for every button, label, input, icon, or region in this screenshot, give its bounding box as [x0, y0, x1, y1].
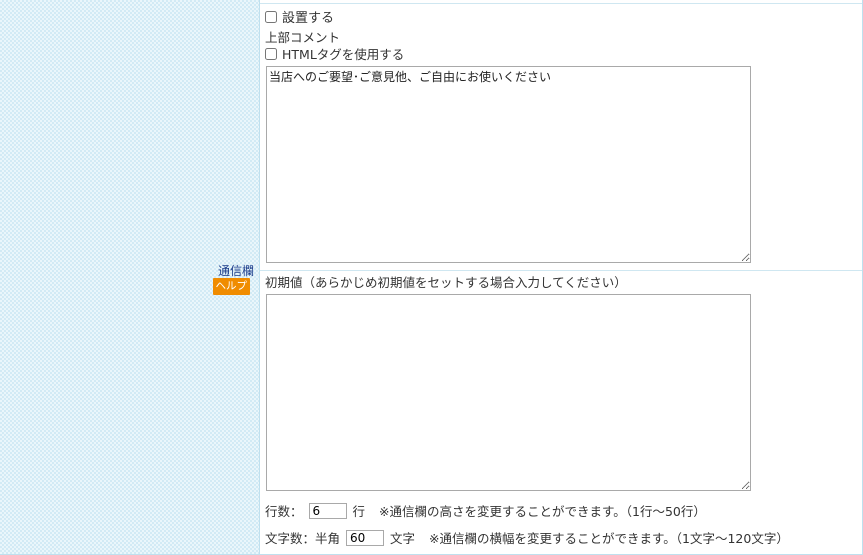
chars-input[interactable] — [346, 529, 385, 546]
chars-setting-row: 文字数：半角 文字 ※通信欄の横幅を変更することができます。（1文字～120文字… — [265, 528, 789, 547]
field-content-cell: 設置する 上部コメント HTMLタグを使用する 当店へのご要望･ご意見他、ご自由… — [260, 0, 863, 555]
setup-row: 設置する — [265, 7, 334, 26]
top-comment-textarea[interactable]: 当店へのご要望･ご意見他、ご自由にお使いください — [266, 66, 751, 263]
initial-value-textarea[interactable] — [266, 294, 751, 491]
chars-label: 文字数：半角 — [265, 531, 341, 546]
field-title: 通信欄 — [217, 264, 254, 278]
settings-form: 通信欄 ヘルプ 設置する 上部コメント HTMLタグを使用する 当店へのご要望･… — [0, 0, 863, 555]
rows-label: 行数： — [265, 504, 303, 519]
setup-checkbox-label: 設置する — [282, 11, 335, 26]
rows-unit: 行 — [352, 504, 366, 519]
initial-value-label-row: 初期値（あらかじめ初期値をセットする場合入力してください） — [265, 272, 627, 291]
initial-value-section: 初期値（あらかじめ初期値をセットする場合入力してください） 行数： 行 ※通信欄… — [260, 270, 862, 555]
rows-note: ※通信欄の高さを変更することができます。（1行～50行） — [379, 504, 706, 519]
initial-value-label: 初期値（あらかじめ初期値をセットする場合入力してください） — [265, 275, 627, 290]
chars-unit: 文字 — [390, 531, 416, 546]
html-tag-row: HTMLタグを使用する — [265, 44, 404, 63]
rows-setting-row: 行数： 行 ※通信欄の高さを変更することができます。（1行～50行） — [265, 501, 706, 520]
setup-checkbox[interactable] — [265, 10, 277, 23]
chars-note: ※通信欄の横幅を変更することができます。（1文字～120文字） — [429, 531, 789, 546]
rows-input[interactable] — [308, 502, 347, 519]
html-tag-checkbox-label: HTMLタグを使用する — [282, 47, 405, 62]
field-label-cell: 通信欄 ヘルプ — [0, 0, 260, 555]
help-button[interactable]: ヘルプ — [212, 278, 250, 295]
html-tag-checkbox[interactable] — [265, 47, 277, 60]
top-comment-section: 設置する 上部コメント HTMLタグを使用する 当店へのご要望･ご意見他、ご自由… — [260, 3, 862, 271]
